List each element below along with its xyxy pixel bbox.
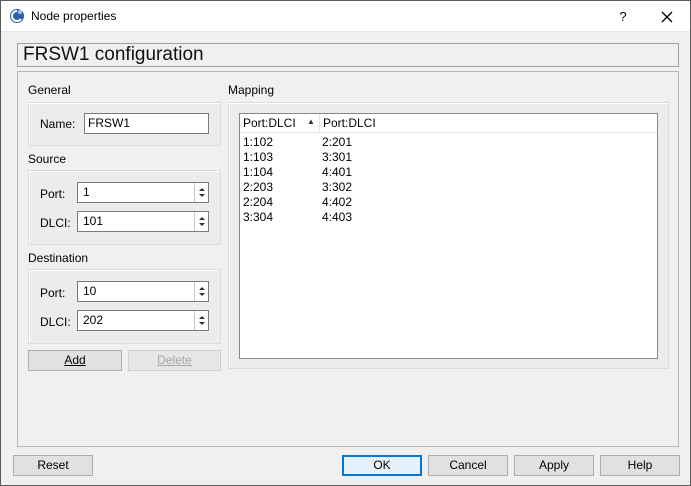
close-icon[interactable] [655,5,679,29]
mapping-list[interactable]: Port:DLCI ▲ Port:DLCI 1:102 2:201 1:103 3:3… [239,113,658,359]
mapping-cell-destination: 4:402 [322,195,353,209]
mapping-cell-destination: 3:302 [322,180,353,194]
mapping-cell-destination: 4:403 [322,210,353,224]
reset-button[interactable]: Reset [13,455,93,476]
mapping-cell-destination: 2:201 [322,135,353,149]
source-dlci-value: 101 [83,214,104,228]
source-port-value: 1 [83,185,90,199]
name-label: Name: [40,117,76,131]
mapping-cell-source: 2:204 [243,195,274,209]
mapping-row[interactable]: 1:104 4:401 [240,165,657,180]
mapping-row[interactable]: 1:102 2:201 [240,135,657,150]
delete-button-label: Delete [157,353,192,367]
add-button-label: Add [64,353,86,367]
source-group: Port: 1 DLCI: 101 [28,170,221,245]
destination-dlci-spinbox[interactable]: 202 [77,310,209,331]
name-field[interactable]: FRSW1 [84,113,209,134]
mapping-cell-destination: 4:401 [322,165,353,179]
window-title: Node properties [31,9,117,23]
destination-port-spinbox[interactable]: 10 [77,281,209,302]
help-icon[interactable]: ? [613,7,633,27]
mapping-group: Port:DLCI ▲ Port:DLCI 1:102 2:201 1:103 3:3… [228,102,669,369]
mapping-row[interactable]: 3:304 4:403 [240,210,657,225]
mapping-cell-source: 3:304 [243,210,274,224]
spin-buttons[interactable] [194,311,208,330]
spin-buttons[interactable] [194,282,208,301]
cancel-button[interactable]: Cancel [428,455,508,476]
column-header-destination-label: Port:DLCI [323,116,376,130]
app-icon [10,9,24,23]
source-group-label: Source [28,152,67,166]
mapping-header: Port:DLCI ▲ Port:DLCI [240,114,657,133]
mapping-cell-source: 1:103 [243,150,274,164]
mapping-cell-source: 2:203 [243,180,274,194]
destination-port-value: 10 [83,284,97,298]
add-button[interactable]: Add [28,350,122,371]
mapping-cell-destination: 3:301 [322,150,353,164]
node-properties-dialog: Node properties ? FRSW1 configuration Ge… [0,0,691,486]
spin-arrows-icon [199,287,205,296]
mapping-row[interactable]: 2:203 3:302 [240,180,657,195]
destination-dlci-value: 202 [83,313,104,327]
destination-dlci-label: DLCI: [40,315,71,329]
source-port-label: Port: [40,187,66,201]
destination-group: Port: 10 DLCI: 202 [28,269,221,344]
spin-buttons[interactable] [194,183,208,202]
content-panel: General Name: FRSW1 Source Port: 1 DLCI:… [17,71,679,447]
column-header-source-label: Port:DLCI [243,116,296,130]
general-group-label: General [28,83,71,97]
mapping-cell-source: 1:102 [243,135,274,149]
destination-group-label: Destination [28,251,89,265]
ok-button[interactable]: OK [342,455,422,476]
mapping-row[interactable]: 1:103 3:301 [240,150,657,165]
delete-button[interactable]: Delete [128,350,221,371]
title-bar: Node properties ? [1,1,690,32]
column-header-destination[interactable]: Port:DLCI [320,114,520,133]
source-dlci-spinbox[interactable]: 101 [77,211,209,232]
mapping-group-label: Mapping [228,83,275,97]
spin-arrows-icon [199,217,205,226]
config-title: FRSW1 configuration [17,43,679,67]
help-button[interactable]: Help [600,455,680,476]
source-dlci-label: DLCI: [40,216,71,230]
spin-arrows-icon [199,316,205,325]
mapping-row[interactable]: 2:204 4:402 [240,195,657,210]
general-group: Name: FRSW1 [28,102,221,146]
apply-button[interactable]: Apply [514,455,594,476]
spin-arrows-icon [199,188,205,197]
sort-ascending-icon: ▲ [307,117,315,126]
mapping-cell-source: 1:104 [243,165,274,179]
source-port-spinbox[interactable]: 1 [77,182,209,203]
destination-port-label: Port: [40,286,66,300]
spin-buttons[interactable] [194,212,208,231]
